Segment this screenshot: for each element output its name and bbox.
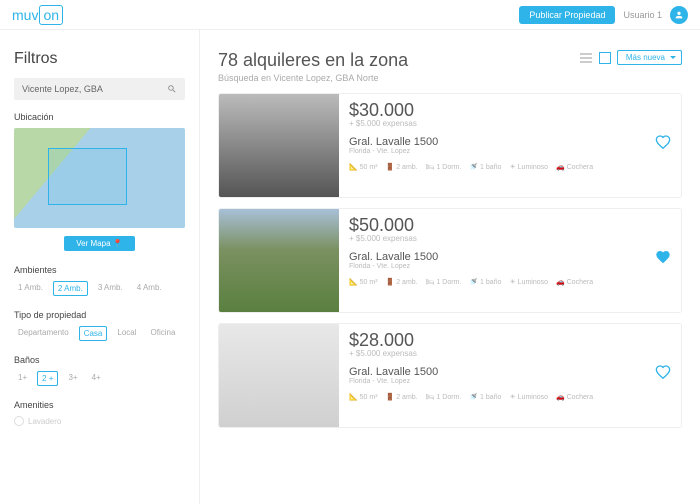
chip-oficina[interactable]: Oficina [147,326,180,341]
spec-coch: 🚗 Cochera [556,278,593,286]
ambientes-label: Ambientes [14,265,185,275]
spec-dorm: 🛏 1 Dorm. [426,163,462,171]
sidebar: Filtros Ubicación Ver Mapa 📍 Ambientes 1… [0,30,200,504]
view-controls: Más nueva [579,50,682,65]
listing-body: $30.000 + $5.000 expensas Gral. Lavalle … [339,94,681,197]
chip-1-amb-[interactable]: 1 Amb. [14,281,47,296]
spec-coch: 🚗 Cochera [556,393,593,401]
logo-text-on: on [39,5,63,25]
spec-bano: 🚿 1 baño [469,278,501,286]
logo-text-muv: muv [12,7,38,23]
favorite-button[interactable] [655,249,671,268]
listing-price: $28.000 [349,330,671,351]
list-view-icon[interactable] [579,51,593,65]
listing-price: $50.000 [349,215,671,236]
chip-2-[interactable]: 2 + [37,371,58,386]
listing-address: Gral. Lavalle 1500 [349,136,671,148]
favorite-button[interactable] [655,134,671,153]
chip-2-amb-[interactable]: 2 Amb. [53,281,88,296]
tipo-label: Tipo de propiedad [14,310,185,320]
listing-card[interactable]: $28.000 + $5.000 expensas Gral. Lavalle … [218,323,682,428]
spec-area: 📐 50 m² [349,278,378,286]
chip-4-[interactable]: 4+ [88,371,105,386]
avatar[interactable] [670,6,688,24]
heart-icon [655,134,671,150]
listings: $30.000 + $5.000 expensas Gral. Lavalle … [218,93,682,428]
listing-image [219,94,339,197]
sort-dropdown[interactable]: Más nueva [617,50,682,65]
listing-body: $50.000 + $5.000 expensas Gral. Lavalle … [339,209,681,312]
results-subtitle: Búsqueda en Vicente Lopez, GBA Norte [218,73,408,83]
spec-dorm: 🛏 1 Dorm. [426,393,462,401]
topbar-right: Publicar Propiedad Usuario 1 [519,6,688,24]
chip-casa[interactable]: Casa [79,326,108,341]
spec-area: 📐 50 m² [349,163,378,171]
tipo-chips: Departamento Casa Local Oficina [14,326,185,341]
spec-amb: 🚪 2 amb. [386,163,418,171]
user-label: Usuario 1 [623,10,662,20]
search-icon [167,84,177,94]
search-box[interactable] [14,78,185,100]
filters-title: Filtros [14,50,185,68]
banos-chips: 1+ 2 + 3+ 4+ [14,371,185,386]
spec-coch: 🚗 Cochera [556,163,593,171]
listing-location: Florida - Vte. Lopez [349,378,671,385]
banos-label: Baños [14,355,185,365]
listing-body: $28.000 + $5.000 expensas Gral. Lavalle … [339,324,681,427]
listing-image [219,209,339,312]
spec-luz: ☀ Luminoso [509,278,548,286]
chip-departamento[interactable]: Departamento [14,326,73,341]
listing-specs: 📐 50 m² 🚪 2 amb. 🛏 1 Dorm. 🚿 1 baño ☀ Lu… [349,163,671,171]
map-preview[interactable] [14,128,185,228]
amenities-label: Amenities [14,400,185,410]
listing-expenses: + $5.000 expensas [349,234,671,243]
search-input[interactable] [22,84,167,94]
listing-expenses: + $5.000 expensas [349,349,671,358]
logo[interactable]: muvon [12,5,63,25]
results-header: 78 alquileres en la zona Búsqueda en Vic… [218,50,682,83]
ambientes-chips: 1 Amb. 2 Amb. 3 Amb. 4 Amb. [14,281,185,296]
spec-bano: 🚿 1 baño [469,163,501,171]
spec-amb: 🚪 2 amb. [386,393,418,401]
topbar: muvon Publicar Propiedad Usuario 1 [0,0,700,30]
favorite-button[interactable] [655,364,671,383]
listing-address: Gral. Lavalle 1500 [349,366,671,378]
listing-specs: 📐 50 m² 🚪 2 amb. 🛏 1 Dorm. 🚿 1 baño ☀ Lu… [349,278,671,286]
chip-1-[interactable]: 1+ [14,371,31,386]
listing-address: Gral. Lavalle 1500 [349,251,671,263]
location-label: Ubicación [14,112,185,122]
view-map-button[interactable]: Ver Mapa 📍 [64,236,134,251]
listing-card[interactable]: $30.000 + $5.000 expensas Gral. Lavalle … [218,93,682,198]
grid-view-icon[interactable] [599,52,611,64]
user-icon [674,10,684,20]
spec-amb: 🚪 2 amb. [386,278,418,286]
listing-location: Florida - Vte. Lopez [349,148,671,155]
spec-bano: 🚿 1 baño [469,393,501,401]
chip-4-amb-[interactable]: 4 Amb. [133,281,166,296]
listing-card[interactable]: $50.000 + $5.000 expensas Gral. Lavalle … [218,208,682,313]
spec-luz: ☀ Luminoso [509,163,548,171]
chip-3-amb-[interactable]: 3 Amb. [94,281,127,296]
chip-local[interactable]: Local [113,326,140,341]
listing-specs: 📐 50 m² 🚪 2 amb. 🛏 1 Dorm. 🚿 1 baño ☀ Lu… [349,393,671,401]
spec-luz: ☀ Luminoso [509,393,548,401]
spec-dorm: 🛏 1 Dorm. [426,278,462,286]
listing-price: $30.000 [349,100,671,121]
heart-icon [655,364,671,380]
results-title: 78 alquileres en la zona [218,50,408,71]
content: 78 alquileres en la zona Búsqueda en Vic… [200,30,700,504]
listing-image [219,324,339,427]
amenity-item[interactable]: Lavadero [14,416,185,426]
publish-button[interactable]: Publicar Propiedad [519,6,615,24]
heart-icon [655,249,671,265]
listing-location: Florida - Vte. Lopez [349,263,671,270]
listing-expenses: + $5.000 expensas [349,119,671,128]
chip-3-[interactable]: 3+ [64,371,81,386]
spec-area: 📐 50 m² [349,393,378,401]
